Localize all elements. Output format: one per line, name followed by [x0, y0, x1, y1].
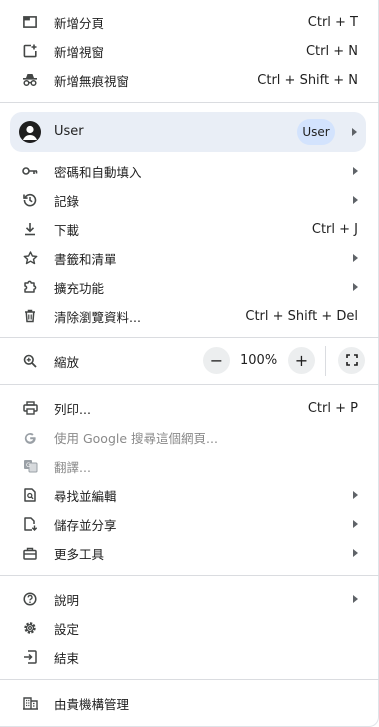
menu-item-label: 尋找並編輯: [54, 488, 117, 504]
separator: [325, 346, 326, 376]
new-window-icon: [22, 43, 38, 59]
download-icon: [22, 221, 38, 237]
chevron-right-icon: [353, 520, 358, 528]
chevron-right-icon: [353, 254, 358, 262]
menu-item-managed-by-org[interactable]: 由貴機構管理: [0, 689, 379, 717]
menu-item-label: 翻譯...: [54, 459, 91, 475]
chevron-right-icon: [353, 196, 358, 204]
settings-icon: [22, 620, 38, 636]
find-edit-icon: [22, 487, 38, 503]
menu-item-label: 密碼和自動填入: [54, 164, 142, 180]
separator: [0, 575, 379, 576]
menu-item-label: 說明: [54, 592, 80, 608]
menu-item-more-tools[interactable]: 更多工具: [0, 539, 379, 567]
chevron-right-icon: [353, 167, 358, 175]
menu-item-help[interactable]: 說明: [0, 585, 379, 613]
separator: [0, 337, 379, 338]
menu-item-extensions[interactable]: 擴充功能: [0, 273, 379, 301]
menu-item-history[interactable]: 記錄: [0, 186, 379, 214]
zoom-label: 縮放: [54, 354, 80, 370]
zoom-in-button[interactable]: +: [288, 347, 315, 374]
menu-item-clear-browsing-data[interactable]: 清除瀏覽資料... Ctrl + Shift + Del: [0, 302, 379, 330]
menu-item-find-edit[interactable]: 尋找並編輯: [0, 481, 379, 509]
menu-item-exit[interactable]: 結束: [0, 643, 379, 671]
zoom-icon: [22, 353, 38, 369]
new-tab-icon: [22, 14, 38, 30]
shortcut-text: Ctrl + T: [307, 14, 358, 30]
separator: [0, 679, 379, 680]
google-icon: [22, 429, 38, 445]
separator: [0, 384, 379, 385]
menu-item-label: 設定: [54, 621, 80, 637]
chrome-app-menu: 新增分頁 Ctrl + T 新增視窗 Ctrl + N 新增無痕視窗 Ctrl …: [0, 0, 379, 727]
account-icon: [19, 121, 41, 143]
chevron-right-icon: [353, 491, 358, 499]
profile-badge[interactable]: User: [297, 119, 335, 145]
shortcut-text: Ctrl + Shift + N: [257, 72, 358, 88]
building-icon: [22, 695, 38, 711]
save-share-icon: [22, 516, 38, 532]
menu-item-save-share[interactable]: 儲存並分享: [0, 510, 379, 538]
history-icon: [22, 192, 38, 208]
menu-item-label: 新增無痕視窗: [54, 73, 130, 89]
menu-item-label: 書籤和清單: [54, 251, 117, 267]
menu-item-label: 更多工具: [54, 546, 105, 562]
svg-text:G: G: [26, 462, 31, 469]
translate-icon: G: [22, 458, 38, 474]
exit-icon: [22, 649, 38, 665]
menu-item-search-with-google[interactable]: 使用 Google 搜尋這個網頁...: [0, 423, 379, 451]
menu-item-label: 由貴機構管理: [54, 696, 130, 712]
chevron-right-icon: [352, 128, 357, 136]
menu-item-label: 儲存並分享: [54, 517, 117, 533]
menu-item-new-tab[interactable]: 新增分頁 Ctrl + T: [0, 8, 379, 36]
shortcut-text: Ctrl + J: [311, 221, 358, 237]
key-icon: [22, 163, 38, 179]
shortcut-text: Ctrl + N: [305, 43, 358, 59]
profile-name: User: [54, 124, 84, 139]
incognito-icon: [22, 72, 38, 88]
menu-item-label: 清除瀏覽資料...: [54, 309, 141, 325]
toolbox-icon: [22, 545, 38, 561]
menu-item-bookmarks-lists[interactable]: 書籤和清單: [0, 244, 379, 272]
menu-item-label: 記錄: [54, 193, 80, 209]
menu-item-print[interactable]: 列印... Ctrl + P: [0, 394, 379, 422]
separator: [0, 102, 379, 103]
extension-icon: [22, 279, 38, 295]
shortcut-text: Ctrl + P: [307, 400, 358, 416]
menu-item-translate[interactable]: G 翻譯...: [0, 452, 379, 480]
menu-item-settings[interactable]: 設定: [0, 614, 379, 642]
menu-item-passwords-autofill[interactable]: 密碼和自動填入: [0, 157, 379, 185]
menu-item-new-window[interactable]: 新增視窗 Ctrl + N: [0, 37, 379, 65]
star-icon: [22, 250, 38, 266]
print-icon: [22, 400, 38, 416]
menu-item-label: 列印...: [54, 401, 91, 417]
menu-item-label: 新增分頁: [54, 15, 105, 31]
menu-item-zoom: 縮放: [0, 347, 379, 375]
shortcut-text: Ctrl + Shift + Del: [245, 308, 358, 324]
zoom-level: 100%: [240, 353, 278, 368]
fullscreen-button[interactable]: [338, 347, 365, 374]
fullscreen-icon: [345, 351, 358, 370]
chevron-right-icon: [353, 595, 358, 603]
zoom-out-button[interactable]: −: [203, 347, 230, 374]
chevron-right-icon: [353, 549, 358, 557]
menu-item-label: 擴充功能: [54, 280, 105, 296]
help-icon: [22, 591, 38, 607]
chevron-right-icon: [353, 283, 358, 291]
trash-icon: [22, 308, 38, 324]
menu-item-label: 新增視窗: [54, 44, 105, 60]
menu-item-downloads[interactable]: 下載 Ctrl + J: [0, 215, 379, 243]
menu-item-label: 結束: [54, 650, 80, 666]
menu-item-new-incognito-window[interactable]: 新增無痕視窗 Ctrl + Shift + N: [0, 66, 379, 94]
menu-item-label: 下載: [54, 222, 80, 238]
menu-item-label: 使用 Google 搜尋這個網頁...: [54, 430, 218, 446]
